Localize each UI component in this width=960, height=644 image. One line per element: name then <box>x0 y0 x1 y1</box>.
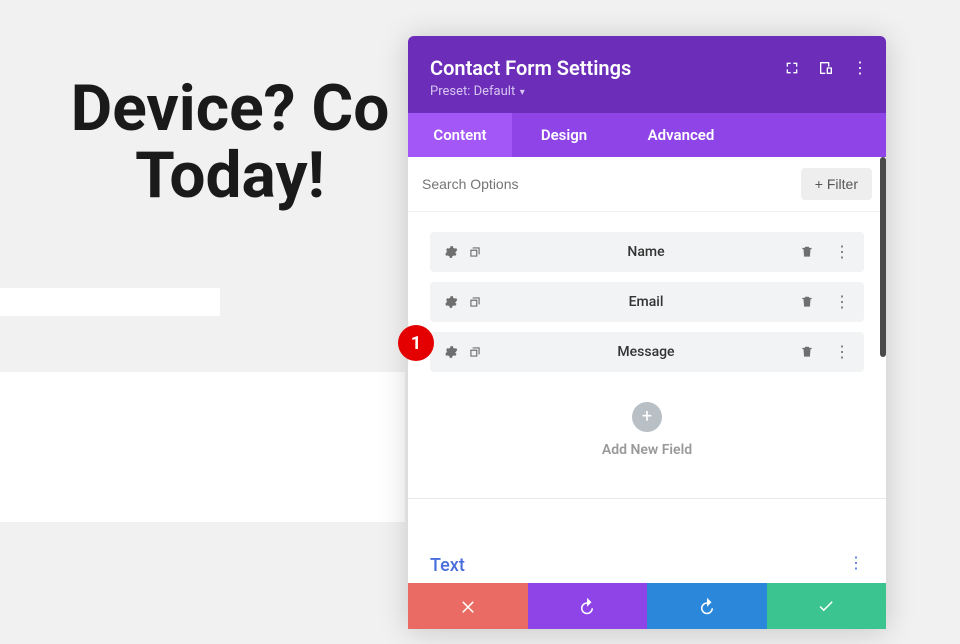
panel-footer <box>408 583 886 629</box>
cancel-button[interactable] <box>408 583 528 629</box>
message-textarea[interactable] <box>0 372 405 522</box>
text-section: Text ⋮ Title <box>408 529 886 583</box>
add-field-button[interactable]: + <box>632 402 662 432</box>
field-label: Email <box>492 294 800 310</box>
plus-icon: + <box>815 176 823 192</box>
field-label: Message <box>492 344 800 360</box>
tabs: Content Design Advanced <box>408 113 886 157</box>
scrollbar[interactable] <box>880 157 886 357</box>
redo-icon <box>698 597 716 615</box>
expand-icon[interactable] <box>784 60 800 76</box>
gear-icon[interactable] <box>444 345 458 359</box>
filter-button[interactable]: + Filter <box>801 168 872 200</box>
hero-line2: Today! <box>20 142 440 209</box>
trash-icon[interactable] <box>800 295 814 309</box>
preset-dropdown[interactable]: Preset: Default ▾ <box>430 84 864 99</box>
name-input[interactable] <box>0 288 220 316</box>
duplicate-icon[interactable] <box>468 345 482 359</box>
duplicate-icon[interactable] <box>468 245 482 259</box>
gear-icon[interactable] <box>444 295 458 309</box>
tab-content[interactable]: Content <box>408 113 512 157</box>
hero-heading: Device? Co Today! <box>20 75 440 209</box>
chevron-down-icon: ▾ <box>517 87 525 98</box>
annotation-badge: 1 <box>398 325 434 361</box>
close-icon <box>459 597 477 615</box>
save-button[interactable] <box>767 583 887 629</box>
hero-line1: Device? Co <box>20 75 440 142</box>
trash-icon[interactable] <box>800 245 814 259</box>
panel-header: Contact Form Settings Preset: Default ▾ … <box>408 36 886 113</box>
search-input[interactable] <box>422 176 801 192</box>
more-icon[interactable]: ⋮ <box>852 60 868 76</box>
more-icon[interactable]: ⋮ <box>834 294 850 310</box>
tab-design[interactable]: Design <box>512 113 616 157</box>
panel-body: + Filter Name ⋮ Email ⋮ <box>408 157 886 583</box>
redo-button[interactable] <box>647 583 767 629</box>
add-field-label: Add New Field <box>430 442 864 458</box>
undo-button[interactable] <box>528 583 648 629</box>
undo-icon <box>578 597 596 615</box>
tab-advanced[interactable]: Advanced <box>616 113 746 157</box>
check-icon <box>817 597 835 615</box>
field-row-email[interactable]: Email ⋮ <box>430 282 864 322</box>
field-row-message[interactable]: Message ⋮ <box>430 332 864 372</box>
more-icon[interactable]: ⋮ <box>834 244 850 260</box>
field-row-name[interactable]: Name ⋮ <box>430 232 864 272</box>
field-label: Name <box>492 244 800 260</box>
responsive-icon[interactable] <box>818 60 834 76</box>
gear-icon[interactable] <box>444 245 458 259</box>
settings-panel: Contact Form Settings Preset: Default ▾ … <box>408 36 886 629</box>
preset-label: Preset: Default <box>430 84 515 99</box>
trash-icon[interactable] <box>800 345 814 359</box>
duplicate-icon[interactable] <box>468 295 482 309</box>
section-title[interactable]: Text <box>430 555 864 576</box>
more-icon[interactable]: ⋮ <box>834 344 850 360</box>
filter-label: Filter <box>827 176 858 192</box>
more-icon[interactable]: ⋮ <box>848 555 864 571</box>
